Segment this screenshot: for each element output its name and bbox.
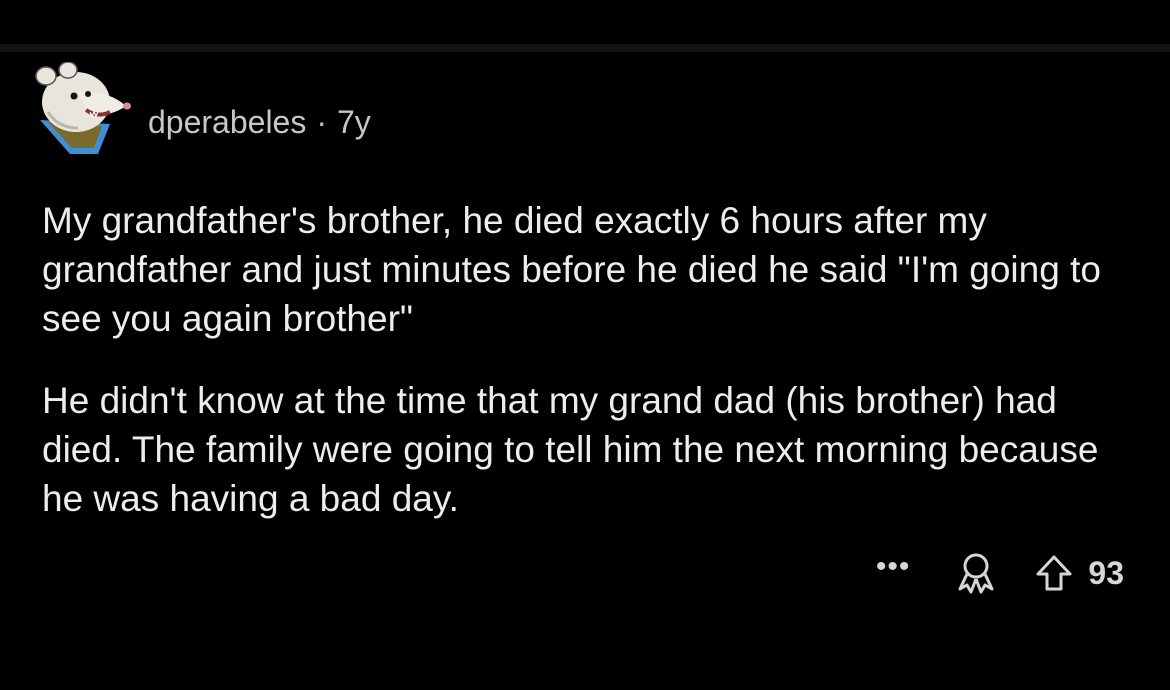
comment-paragraph: He didn't know at the time that my grand… [42,380,1099,519]
comment-actions: ••• 93 [876,548,1124,598]
opossum-avatar-icon [35,61,131,154]
award-icon[interactable] [954,551,998,595]
comment-age: 7y [337,103,371,140]
comment: dperabeles · 7y My grandfather's brother… [0,0,1170,690]
comment-paragraph: My grandfather's brother, he died exactl… [42,200,1101,339]
comment-meta: dperabeles · 7y [148,100,371,144]
username[interactable]: dperabeles [148,104,306,141]
comment-body: My grandfather's brother, he died exactl… [42,196,1132,523]
vote-score: 93 [1088,554,1124,591]
avatar[interactable] [28,61,140,162]
more-options-button[interactable]: ••• [876,552,911,582]
meta-separator: · [316,103,327,140]
upvote-arrow-icon[interactable] [1034,553,1074,593]
